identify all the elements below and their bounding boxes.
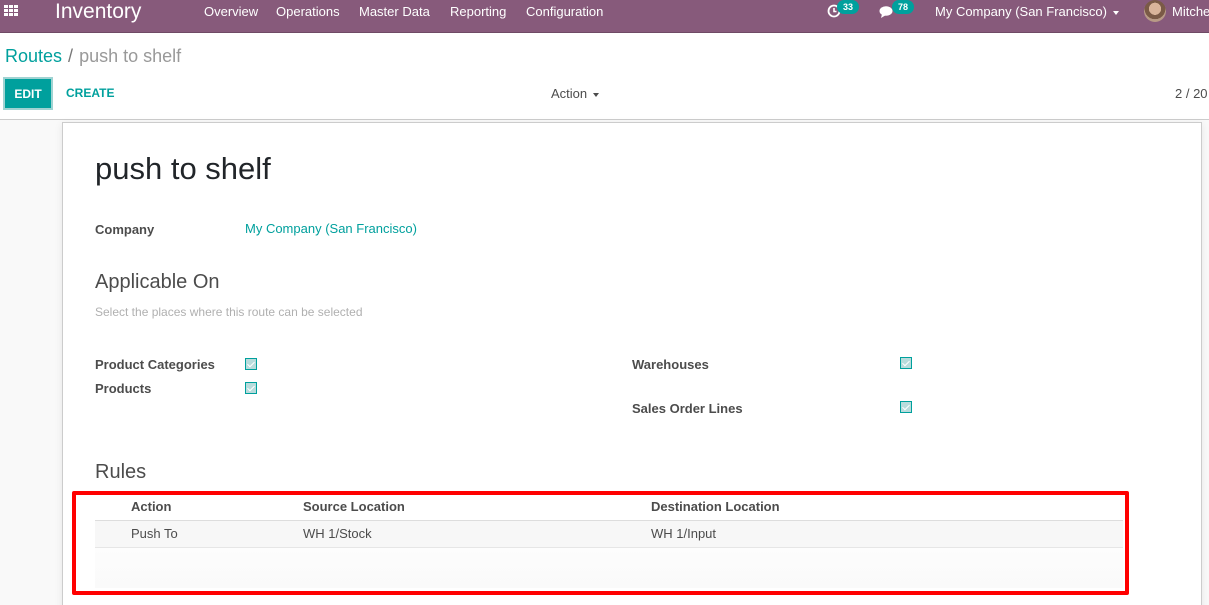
- warehouses-checkbox[interactable]: [900, 357, 912, 369]
- top-navbar: Inventory Overview Operations Master Dat…: [0, 0, 1209, 33]
- breadcrumb-separator: /: [68, 46, 74, 66]
- rules-heading: Rules: [95, 461, 147, 483]
- form-sheet: push to shelf Company My Company (San Fr…: [62, 122, 1202, 605]
- cell-source-location: WH 1/Stock: [303, 520, 651, 548]
- pager-value[interactable]: 2 / 20: [1175, 86, 1208, 101]
- company-label: Company: [95, 222, 155, 237]
- product-categories-checkbox[interactable]: [245, 358, 257, 370]
- applicable-on-heading: Applicable On: [95, 271, 220, 293]
- rules-table-header: Action Source Location Destination Locat…: [95, 493, 1123, 521]
- messages-count-badge: 78: [892, 0, 914, 14]
- sales-order-lines-checkbox[interactable]: [900, 401, 912, 413]
- messages-button[interactable]: 78: [878, 0, 918, 33]
- header-destination-location[interactable]: Destination Location: [651, 493, 1123, 521]
- caret-down-icon: [1112, 10, 1119, 15]
- company-switcher[interactable]: My Company (San Francisco): [935, 4, 1119, 19]
- control-panel: Routes / push to shelf EDIT CREATE Action …: [0, 33, 1209, 120]
- activity-count-badge: 33: [837, 0, 859, 14]
- header-source-location[interactable]: Source Location: [303, 493, 651, 521]
- products-label: Products: [95, 381, 152, 396]
- menu-overview[interactable]: Overview: [204, 4, 258, 19]
- activity-button[interactable]: 33: [826, 0, 866, 33]
- menu-master-data[interactable]: Master Data: [359, 4, 430, 19]
- warehouses-label: Warehouses: [632, 357, 709, 372]
- action-dropdown-label: Action: [551, 86, 588, 101]
- company-switcher-label: My Company (San Francisco): [935, 4, 1107, 19]
- user-avatar[interactable]: [1144, 0, 1166, 22]
- breadcrumb-routes-link[interactable]: Routes: [5, 46, 62, 66]
- product-categories-label: Product Categories: [95, 357, 215, 372]
- app-brand[interactable]: Inventory: [55, 0, 141, 24]
- products-checkbox[interactable]: [245, 382, 257, 394]
- company-value-link[interactable]: My Company (San Francisco): [245, 221, 417, 236]
- create-button[interactable]: CREATE: [66, 86, 114, 100]
- breadcrumb-current: push to shelf: [79, 46, 182, 66]
- record-title: push to shelf: [95, 151, 271, 186]
- cell-action: Push To: [131, 520, 303, 548]
- applicable-on-help: Select the places where this route can b…: [95, 305, 363, 319]
- row-spacer: [95, 520, 131, 548]
- apps-grid-icon[interactable]: [4, 5, 22, 19]
- edit-button[interactable]: EDIT: [3, 77, 53, 110]
- menu-reporting[interactable]: Reporting: [450, 4, 506, 19]
- table-row[interactable]: Push To WH 1/Stock WH 1/Input: [95, 520, 1123, 548]
- caret-down-icon: [593, 92, 600, 97]
- menu-operations[interactable]: Operations: [276, 4, 340, 19]
- sales-order-lines-label: Sales Order Lines: [632, 401, 743, 416]
- action-dropdown[interactable]: Action: [551, 86, 600, 101]
- header-spacer: [95, 493, 131, 521]
- user-name[interactable]: Mitche: [1172, 4, 1209, 19]
- breadcrumb: Routes / push to shelf: [5, 46, 181, 67]
- table-empty-filler: [95, 548, 1123, 588]
- header-action[interactable]: Action: [131, 493, 303, 521]
- cell-destination-location: WH 1/Input: [651, 520, 1123, 548]
- menu-configuration[interactable]: Configuration: [526, 4, 603, 19]
